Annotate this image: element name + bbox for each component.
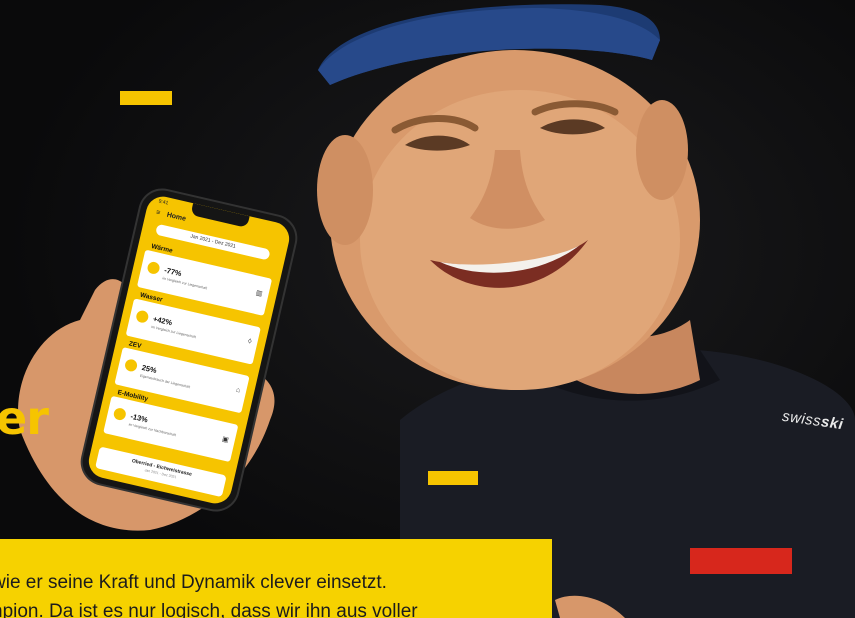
accent-bar-red (690, 548, 792, 574)
house-icon: ⌂ (235, 386, 241, 395)
card-subtitle: im Vergleich zur Liegenschaft (150, 324, 197, 340)
duck-icon (135, 309, 150, 324)
status-time: 9:41 (157, 198, 169, 207)
location-subtitle: Jan 2021 - Dez 2021 (144, 468, 177, 480)
card-subtitle: im Vergleich zur Nachbarschaft (128, 422, 177, 438)
drop-icon: ◊ (247, 338, 253, 346)
caption-line: npion. Da ist es nur logisch, dass wir i… (0, 601, 418, 618)
smartphone: 9:41 ≡ Home Jan 2021 - Dez 2021 Wärme -77… (78, 186, 300, 514)
card-title: ZEV (128, 340, 142, 351)
card-subtitle: Eigenverbrauch der Liegenschaft (139, 373, 191, 390)
menu-icon[interactable]: ≡ (155, 209, 163, 217)
app-title: Home (166, 211, 187, 223)
caption-line: wie er seine Kraft und Dynamik clever ei… (0, 572, 387, 593)
headline-fragment: er (0, 391, 49, 445)
photo-scene: er swissski 9:41 ≡ Home Jan 2021 - Dez 20… (0, 0, 855, 618)
caption-text: wie er seine Kraft und Dynamik clever ei… (0, 568, 552, 618)
card-title: E-Mobility (116, 389, 149, 403)
duck-icon (123, 358, 139, 373)
card-title: Wasser (139, 291, 164, 304)
card-value: 25% (140, 362, 158, 376)
accent-bar-yellow (428, 471, 478, 485)
radiator-icon: ▥ (255, 289, 264, 298)
shirt-logo-bold: ski (819, 413, 845, 434)
accent-bar-yellow (120, 91, 172, 105)
duck-icon (112, 406, 128, 422)
card-title: Wärme (150, 242, 174, 255)
card-subtitle: im Vergleich zur Liegenschaft (162, 276, 208, 291)
phone-body: 9:41 ≡ Home Jan 2021 - Dez 2021 Wärme -77… (78, 186, 300, 514)
phone-screen: 9:41 ≡ Home Jan 2021 - Dez 2021 Wärme -77… (85, 193, 293, 507)
charger-icon: ▣ (221, 435, 230, 445)
duck-icon (146, 260, 161, 276)
